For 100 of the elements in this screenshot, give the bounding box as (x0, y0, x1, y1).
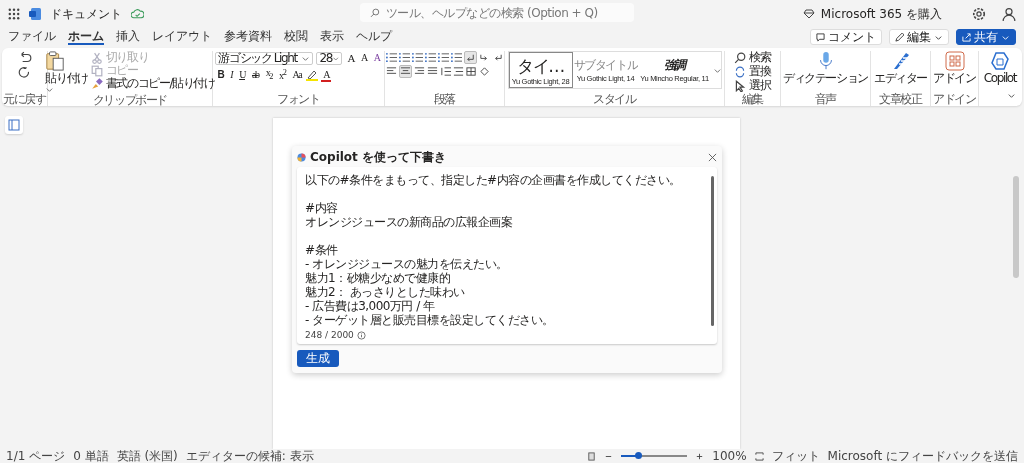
edit-mode-button[interactable]: 編集 (889, 29, 949, 45)
paragraph-mark-icon[interactable] (464, 51, 477, 64)
align-icon[interactable] (414, 66, 425, 77)
ribbon-tab[interactable]: レイアウト (152, 29, 212, 45)
list-format-icon[interactable] (412, 52, 423, 63)
paste-button[interactable]: 貼り付け (45, 71, 88, 85)
fit-button[interactable]: フィット (771, 449, 820, 463)
clipboard-icon[interactable] (45, 51, 66, 71)
speech-bubble-icon (816, 32, 825, 42)
ribbon-tab[interactable]: ファイル (8, 29, 56, 45)
buy-link[interactable]: Microsoft 365 を購入 (820, 5, 942, 23)
list-format-icon[interactable] (451, 52, 462, 63)
format-button[interactable]: x$^{2}$ (277, 66, 288, 84)
panel-icon[interactable] (5, 116, 23, 134)
font-size-dropdown[interactable]: 28 (316, 51, 343, 65)
fit-icon[interactable] (754, 451, 764, 461)
account-icon[interactable] (1002, 7, 1016, 21)
zoom-in-icon[interactable] (695, 451, 705, 461)
group-label: 段落 (433, 93, 456, 106)
editor-button[interactable]: エディター (874, 72, 927, 85)
clear-format-button[interactable]: A (371, 51, 382, 65)
format-painter-button[interactable]: 書式のコピー/貼り付け (105, 77, 215, 90)
list-format-icon[interactable] (438, 52, 449, 63)
format-button[interactable]: Aa (290, 68, 304, 82)
replace-button[interactable]: 置換 (749, 65, 771, 78)
borders-icon[interactable] (466, 66, 477, 77)
prompt-field[interactable]: 以下の#条件をまもって、指定した#内容の企画書を作成してください。 #内容 オレンジジュースの新商品の広報企画案 #条件 - オレンジジュースの魅力を伝えたい。 魅力1：砂糖少なめで健康的 魅力2： あっさりとした味わい - 広告費は3,000万円 / 年 - ターゲット層と販売目標を設定してください。 248 / 2000 (297, 167, 717, 344)
comment-button[interactable]: コメント (810, 29, 882, 45)
status-item[interactable]: 1/1 ページ (6, 449, 66, 463)
ribbon-tab[interactable]: 挿入 (116, 29, 140, 45)
align-icon[interactable] (386, 66, 397, 77)
grow-font-button[interactable]: A (345, 51, 356, 65)
format-button[interactable]: x$_{2}$ (263, 66, 274, 84)
line-spacing-icon[interactable] (440, 66, 451, 77)
character-counter: 248 / 2000 (305, 330, 354, 340)
copilot-icon[interactable] (990, 51, 1010, 71)
font-name-dropdown[interactable]: 游ゴシック Light (215, 51, 314, 65)
status-item[interactable]: 0 単語 (73, 449, 109, 463)
addins-button[interactable]: アドイン (933, 72, 976, 85)
prompt-line: オレンジジュースの新商品の広報企画案 (305, 215, 512, 229)
list-format-icon[interactable] (399, 52, 410, 63)
ribbon-tab[interactable]: ホーム (68, 29, 104, 45)
pencil-icon (895, 32, 904, 42)
dialog-title: Copilot を使って下書き (310, 148, 447, 166)
collapse-ribbon-icon[interactable] (1007, 91, 1016, 100)
copilot-button[interactable]: Copilot (983, 72, 1017, 85)
status-item[interactable]: 英語 (米国) (116, 449, 178, 463)
format-button[interactable]: B (215, 68, 226, 82)
ribbon-tab[interactable]: 校閲 (284, 29, 308, 45)
grid-icon[interactable] (944, 51, 965, 71)
font-color-button[interactable]: A (321, 68, 332, 82)
format-button[interactable]: I (228, 68, 235, 82)
zoom-percent[interactable]: 100% (712, 449, 747, 463)
prompt-line: 魅力2： あっさりとした味わい (305, 285, 465, 299)
shrink-font-button[interactable]: A (358, 51, 369, 65)
search-field[interactable]: ツール、ヘルプなどの検索 (Option + Q) (360, 3, 634, 22)
share-button[interactable]: 共有 (956, 29, 1016, 45)
share-icon (962, 32, 971, 42)
group-label: クリップボード (92, 94, 168, 107)
format-button[interactable]: U (237, 68, 247, 82)
prompt-line: 魅力1：砂糖少なめで健康的 (305, 271, 451, 285)
ribbon-tab[interactable]: ヘルプ (356, 29, 392, 45)
scrollbar-thumb[interactable] (1013, 176, 1019, 278)
text-direction-icon[interactable] (492, 52, 503, 63)
info-icon[interactable] (356, 330, 366, 340)
settings-icon[interactable] (972, 7, 986, 21)
generate-button[interactable]: 生成 (297, 350, 339, 367)
copy-icon (90, 64, 103, 77)
list-format-icon[interactable] (425, 52, 436, 63)
page-view-icon[interactable] (587, 451, 597, 461)
ribbon-tab[interactable]: 参考資料 (224, 29, 272, 45)
group-label: アドイン (933, 93, 976, 106)
prompt-line: - オレンジジュースの魅力を伝えたい。 (305, 257, 508, 271)
redo-icon[interactable] (17, 66, 32, 80)
status-item[interactable]: エディターの候補: 表示 (185, 449, 314, 463)
feedback-link[interactable]: Microsoft にフィードバックを送信 (827, 449, 1018, 463)
dictate-button[interactable]: ディクテーション (783, 72, 868, 85)
app-launcher-icon[interactable] (8, 8, 20, 20)
search-icon (370, 7, 380, 18)
text-direction-icon[interactable] (479, 52, 490, 63)
style-sample: 強調 (663, 57, 686, 74)
format-button[interactable]: ab (250, 68, 261, 82)
cloud-check-icon[interactable] (131, 9, 144, 19)
close-icon[interactable] (708, 152, 717, 162)
group-label: フォント (277, 93, 320, 106)
select-button[interactable]: 選択 (749, 79, 771, 92)
ribbon-tab[interactable]: 表示 (320, 29, 344, 45)
find-button[interactable]: 検索 (749, 51, 771, 64)
group-label: 編集 (741, 93, 764, 106)
document-title[interactable]: ドキュメント (50, 5, 122, 23)
prompt-line: #条件 (305, 243, 338, 257)
scrollbar-thumb[interactable] (711, 176, 714, 326)
align-icon[interactable] (427, 66, 438, 77)
highlighter-icon[interactable] (306, 69, 319, 81)
list-format-icon[interactable] (386, 52, 397, 63)
cursor-icon (734, 79, 747, 92)
group-label: 文章校正 (879, 93, 922, 106)
scissors-icon (90, 51, 103, 64)
align-icon[interactable] (399, 65, 412, 78)
caret-icon[interactable] (45, 85, 55, 94)
